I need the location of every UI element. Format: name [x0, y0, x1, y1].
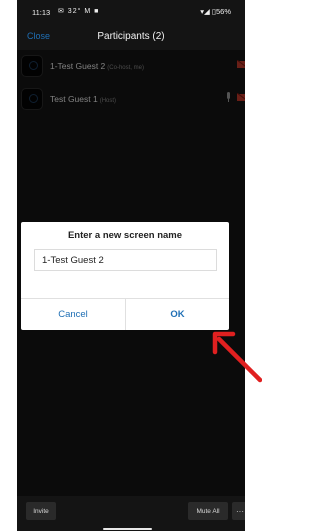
mute-all-button[interactable]: Mute All [188, 502, 228, 520]
rename-dialog: Enter a new screen name Cancel OK [21, 222, 229, 330]
nav-bar: Close Participants (2) [17, 24, 245, 50]
status-bar: 11:13 ✉ 32° M ■ ▾◢ ▯56% [17, 0, 245, 24]
status-time: 11:13 [32, 8, 51, 17]
screen-name-input[interactable] [34, 249, 217, 271]
invite-button[interactable]: Invite [26, 502, 56, 520]
notification-icons: ✉ 32° M ■ [58, 8, 100, 15]
page-title: Participants (2) [97, 31, 165, 42]
battery-indicator: ▾◢ ▯56% [200, 7, 231, 16]
dialog-title: Enter a new screen name [67, 230, 183, 241]
more-options-button[interactable]: ··· [232, 502, 245, 520]
red-arrow-annotation [212, 331, 262, 383]
home-indicator [103, 528, 152, 530]
cancel-button[interactable]: Cancel [21, 299, 125, 330]
bottom-toolbar: Invite Mute All ··· [17, 496, 245, 531]
